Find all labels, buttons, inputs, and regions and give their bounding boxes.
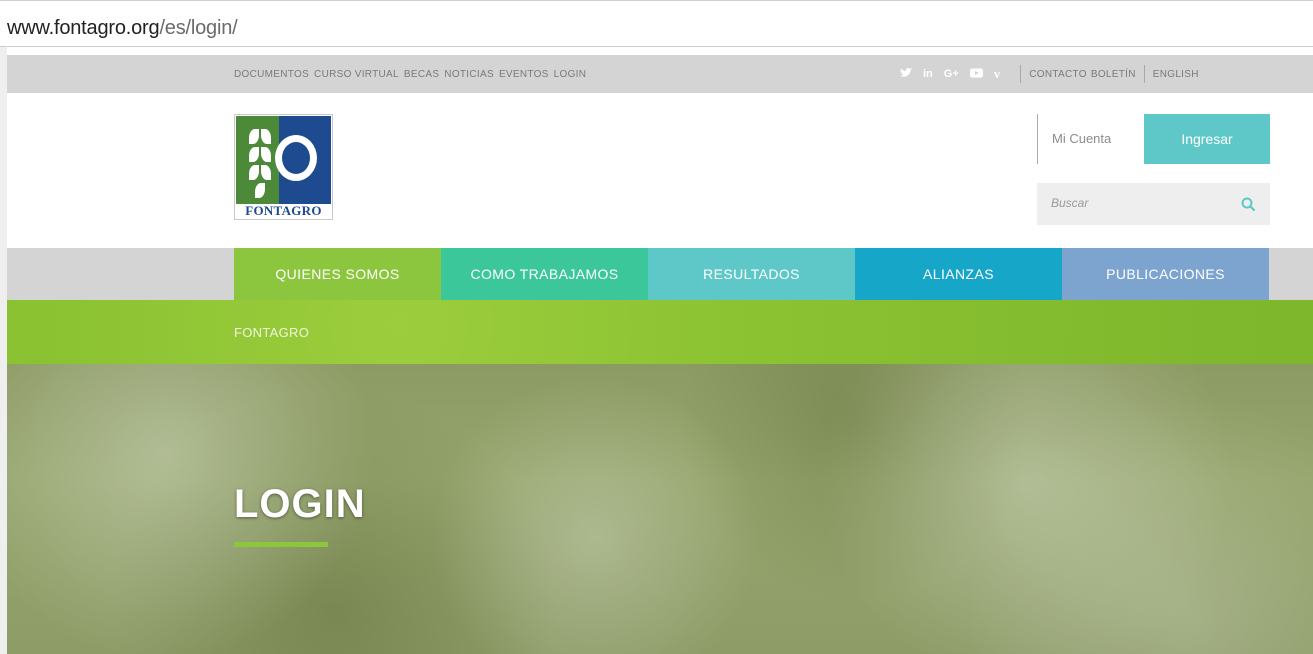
breadcrumb-item[interactable]: FONTAGRO [234,325,309,340]
nav-publicaciones[interactable]: PUBLICACIONES [1062,248,1269,300]
youtube-icon[interactable] [969,68,983,81]
page-title: LOGIN [234,482,366,526]
logo-gear-icon [275,135,317,181]
breadcrumb: FONTAGRO [7,300,1313,364]
link-contacto[interactable]: CONTACTO [1029,69,1087,80]
address-bar[interactable]: www.fontagro.org/es/login/ [0,0,1313,47]
linkedin-icon[interactable]: in [923,68,933,80]
nav-quienes-somos[interactable]: QUIENES SOMOS [234,248,441,300]
nav-como-trabajamos[interactable]: COMO TRABAJAMOS [441,248,648,300]
nav-resultados[interactable]: RESULTADOS [648,248,855,300]
link-boletin[interactable]: BOLETÍN [1091,69,1136,80]
link-noticias[interactable]: NOTICIAS [444,69,494,80]
hero-banner: LOGIN [7,364,1313,654]
link-login[interactable]: LOGIN [554,69,587,80]
utility-bar: DOCUMENTOS CURSO VIRTUAL BECAS NOTICIAS … [7,55,1313,93]
main-nav: QUIENES SOMOS COMO TRABAJAMOS RESULTADOS… [234,248,1269,300]
logo-leaf [261,147,271,162]
url-host: www.fontagro.org [7,17,160,39]
logo-leaf [261,165,271,180]
link-becas[interactable]: BECAS [404,69,439,80]
link-curso-virtual[interactable]: CURSO VIRTUAL [314,69,399,80]
nav-alianzas[interactable]: ALIANZAS [855,248,1062,300]
title-underline [234,542,328,547]
link-documentos[interactable]: DOCUMENTOS [234,69,309,80]
link-eventos[interactable]: EVENTOS [499,69,549,80]
search-input[interactable]: Buscar [1051,196,1088,210]
twitter-icon[interactable] [899,67,912,81]
logo-wordmark: FONTAGRO [245,203,322,218]
ingresar-button[interactable]: Ingresar [1144,114,1270,164]
search-icon[interactable] [1240,196,1256,212]
logo-leaf [261,129,271,144]
utility-right: in G+ v CONTACTO BOLETÍN ENGLISH [899,55,1201,93]
fontagro-logo[interactable]: FONTAGRO [234,114,333,220]
vimeo-icon[interactable]: v [994,66,1001,82]
mi-cuenta-link[interactable]: Mi Cuenta [1052,131,1111,146]
window-edge [0,47,7,654]
divider [1143,65,1145,83]
divider [1020,65,1022,83]
url-text[interactable]: www.fontagro.org/es/login/ [7,17,238,39]
url-path: /es/login/ [159,17,238,39]
account-area: Mi Cuenta [1037,114,1111,164]
link-english[interactable]: ENGLISH [1153,69,1199,80]
utility-links: DOCUMENTOS CURSO VIRTUAL BECAS NOTICIAS … [234,55,586,93]
search-box[interactable]: Buscar [1037,183,1270,225]
google-plus-icon[interactable]: G+ [944,68,959,80]
social-links: in G+ v [899,66,1001,82]
